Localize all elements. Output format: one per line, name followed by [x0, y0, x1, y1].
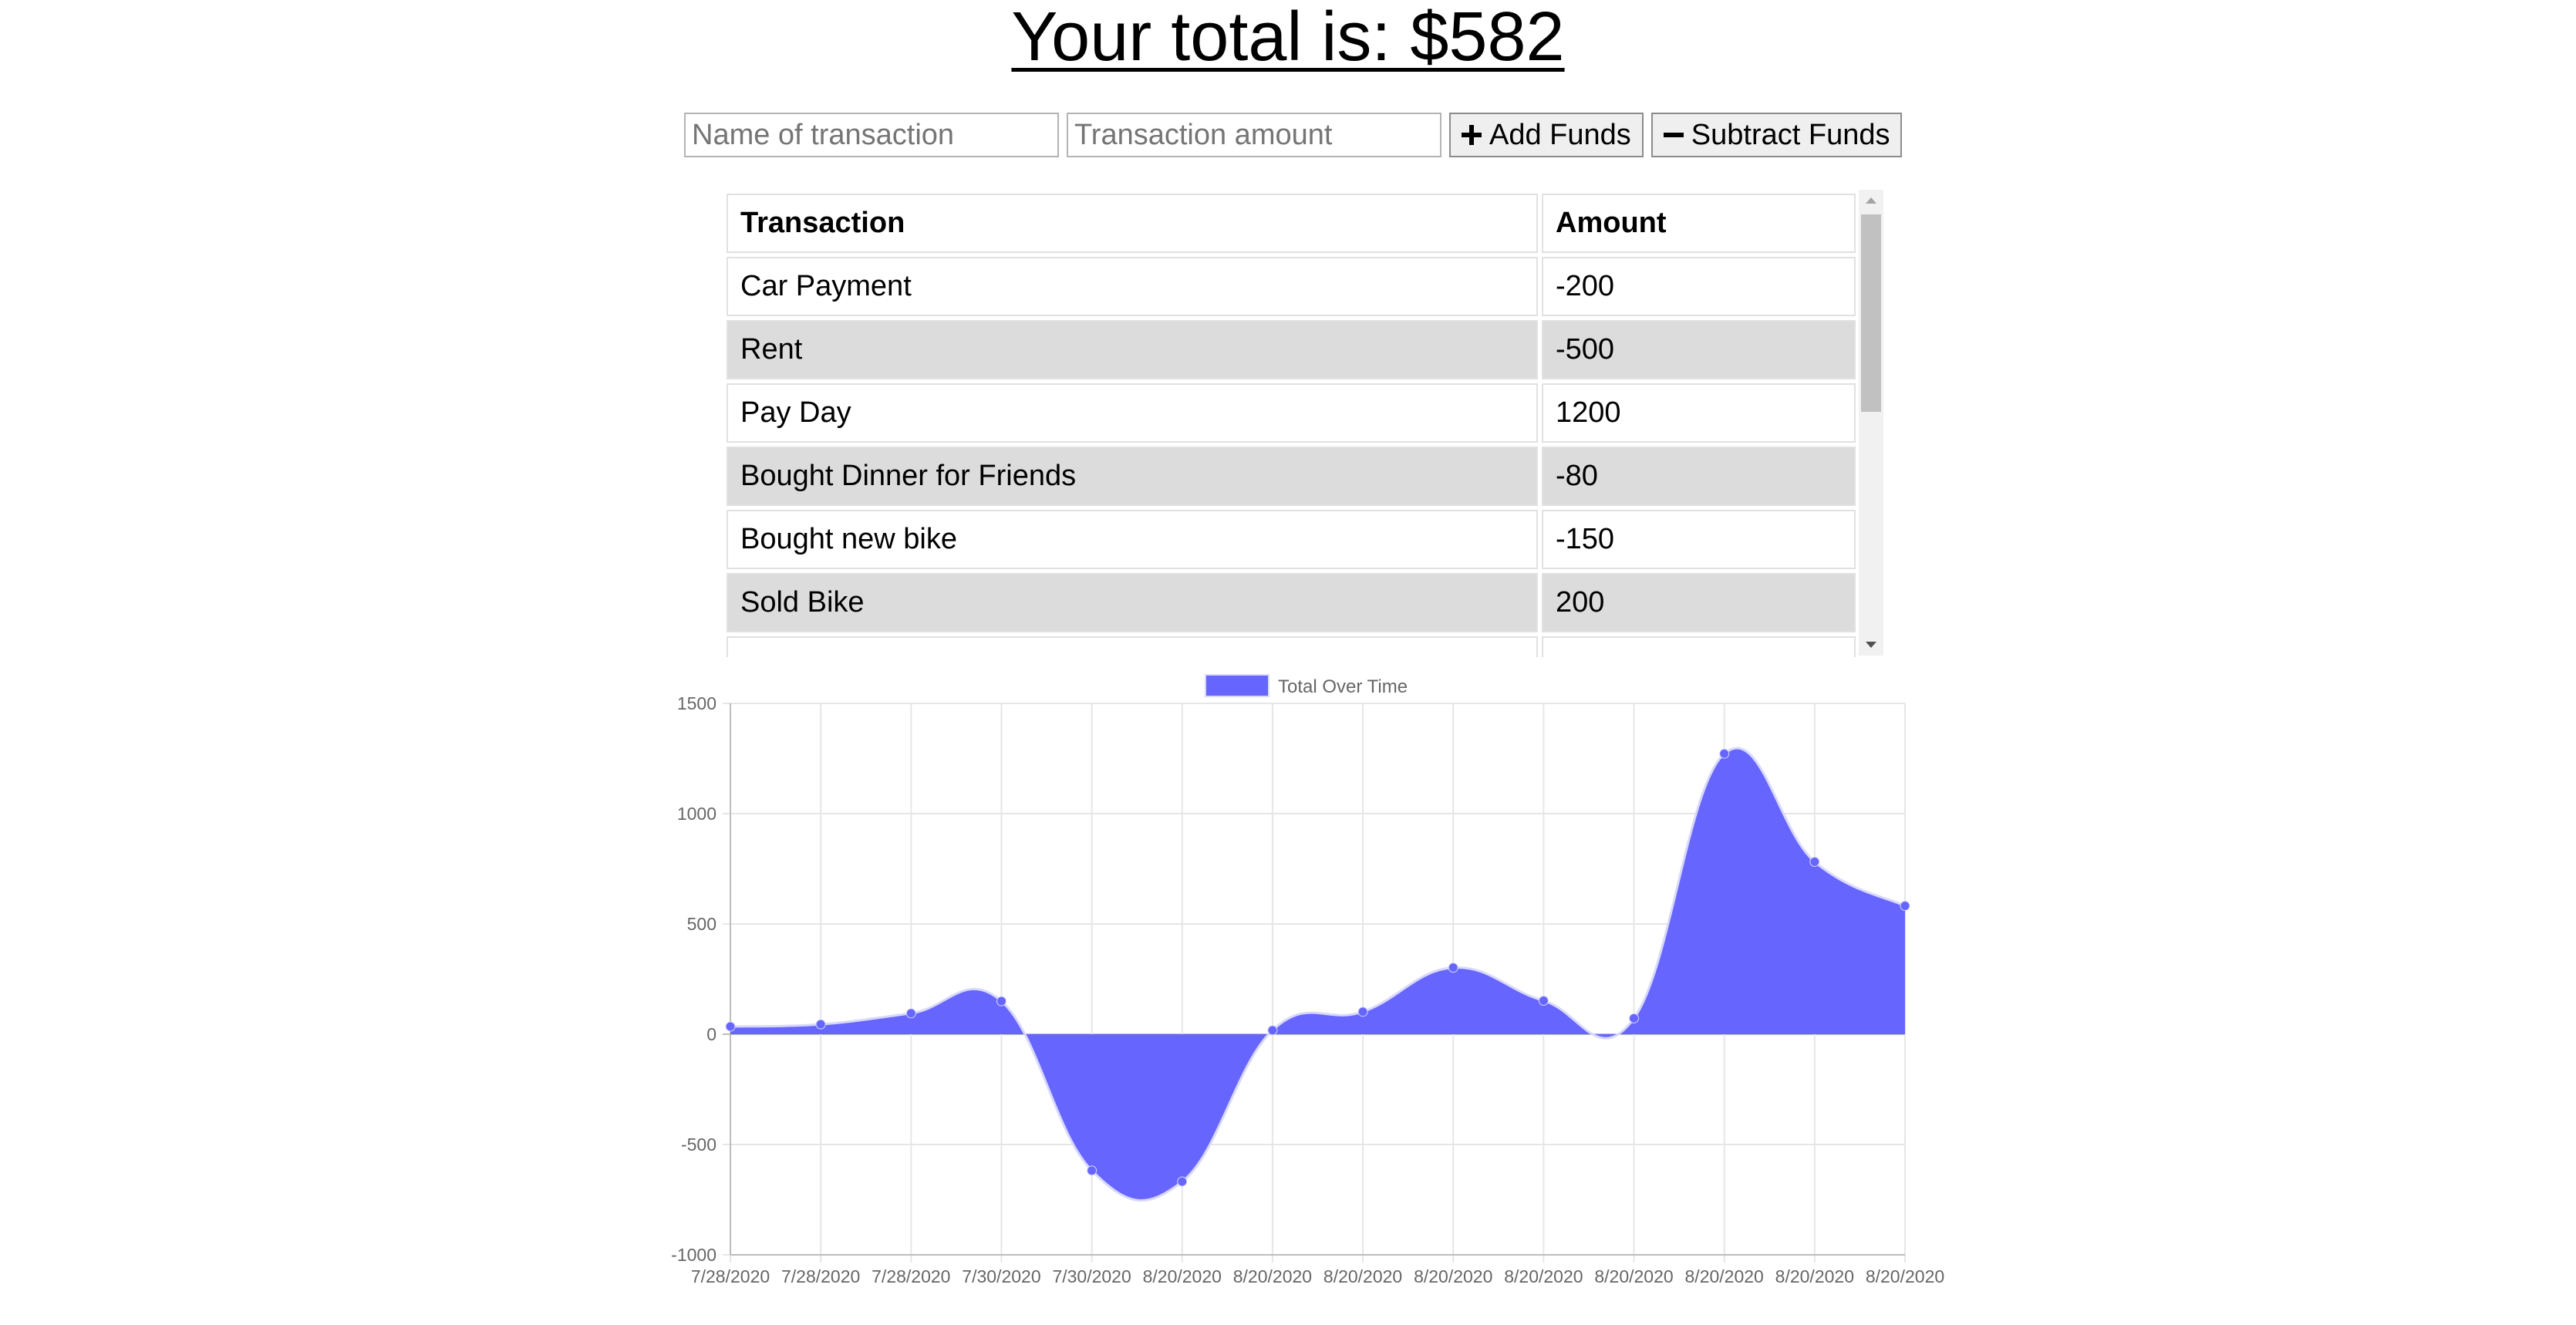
column-header-amount: Amount	[1542, 194, 1856, 253]
scroll-down-arrow-icon[interactable]	[1866, 642, 1876, 648]
y-tick-label: -1000	[671, 1245, 716, 1265]
transaction-name-cell: Rent	[727, 320, 1538, 379]
data-point	[1809, 856, 1820, 867]
y-tick-label: -500	[681, 1135, 716, 1155]
transaction-amount-cell: -80	[1542, 447, 1856, 506]
table-row: Bought Dinner for Friends -80	[727, 447, 1856, 506]
transaction-amount-cell: -200	[1542, 257, 1856, 316]
table-header-row: Transaction Amount	[727, 194, 1856, 253]
transaction-amount-cell: 1200	[1542, 383, 1856, 443]
transactions-table-container[interactable]: Transaction Amount Car Payment -200 Rent…	[723, 190, 1883, 657]
table-row: Bought new bike -150	[727, 510, 1856, 569]
y-tick-label: 0	[706, 1024, 716, 1044]
data-point	[725, 1021, 736, 1032]
plus-icon	[1462, 125, 1482, 145]
transaction-name-cell: Sold Bike	[727, 573, 1538, 632]
series-area	[730, 747, 1905, 1201]
transaction-name-cell	[727, 636, 1538, 657]
transaction-name-cell: Pay Day	[727, 383, 1538, 443]
subtract-funds-button[interactable]: Subtract Funds	[1650, 113, 1903, 157]
transactions-table: Transaction Amount Car Payment -200 Rent…	[723, 190, 1860, 657]
x-tick-label: 8/20/2020	[1866, 1266, 1944, 1286]
data-point	[996, 996, 1006, 1006]
total-heading: Your total is: $582	[1011, 0, 1565, 76]
x-tick-label: 7/30/2020	[962, 1266, 1040, 1286]
data-point	[1448, 963, 1458, 973]
table-row	[727, 636, 1856, 657]
data-point	[1719, 748, 1730, 759]
total-over-time-chart: 150010005000-500-10007/28/2020 7/28/2020 7…	[671, 674, 1944, 1286]
x-tick-label: 8/20/2020	[1414, 1266, 1492, 1286]
transaction-amount-cell: -150	[1542, 510, 1856, 569]
column-header-transaction: Transaction	[727, 194, 1538, 253]
data-point	[1629, 1013, 1640, 1023]
scroll-thumb[interactable]	[1861, 214, 1881, 412]
table-row: Sold Bike 200	[727, 573, 1856, 632]
table-row: Pay Day 1200	[727, 383, 1856, 443]
data-point	[1087, 1165, 1097, 1176]
x-tick-label: 7/28/2020	[691, 1266, 770, 1286]
x-tick-label: 7/30/2020	[1052, 1266, 1131, 1286]
legend-swatch	[1205, 674, 1269, 697]
scroll-up-arrow-icon[interactable]	[1866, 197, 1876, 204]
x-tick-label: 8/20/2020	[1685, 1266, 1764, 1286]
transaction-name-cell: Bought Dinner for Friends	[727, 447, 1538, 506]
transaction-amount-cell	[1542, 636, 1856, 657]
x-tick-label: 7/28/2020	[872, 1266, 950, 1286]
x-tick-label: 8/20/2020	[1233, 1266, 1312, 1286]
minus-icon	[1663, 125, 1684, 145]
x-tick-label: 8/20/2020	[1143, 1266, 1222, 1286]
table-scrollbar[interactable]	[1859, 190, 1883, 656]
y-tick-label: 500	[687, 914, 716, 934]
data-point	[1177, 1176, 1188, 1187]
table-row: Car Payment -200	[727, 257, 1856, 316]
x-tick-label: 8/20/2020	[1504, 1266, 1583, 1286]
data-point	[1357, 1006, 1368, 1017]
x-tick-label: 8/20/2020	[1775, 1266, 1854, 1286]
transaction-name-cell: Bought new bike	[727, 510, 1538, 569]
data-point	[815, 1019, 826, 1030]
legend-label: Total Over Time	[1278, 676, 1408, 697]
data-point	[905, 1008, 916, 1019]
transaction-name-cell: Car Payment	[727, 257, 1538, 316]
y-tick-label: 1000	[677, 804, 716, 824]
subtract-funds-label: Subtract Funds	[1691, 118, 1890, 151]
transaction-name-input[interactable]	[684, 113, 1059, 157]
y-tick-label: 1500	[677, 693, 716, 713]
transaction-amount-cell: 200	[1542, 573, 1856, 632]
data-point	[1900, 901, 1910, 912]
add-funds-label: Add Funds	[1489, 118, 1631, 151]
x-tick-label: 8/20/2020	[1594, 1266, 1673, 1286]
transaction-amount-input[interactable]	[1067, 113, 1441, 157]
data-point	[1538, 996, 1549, 1006]
table-row: Rent -500	[727, 320, 1856, 379]
add-funds-button[interactable]: Add Funds	[1449, 113, 1644, 157]
x-tick-label: 8/20/2020	[1323, 1266, 1402, 1286]
transaction-form: Add Funds Subtract Funds	[684, 113, 1910, 157]
x-tick-label: 7/28/2020	[781, 1266, 860, 1286]
transaction-amount-cell: -500	[1542, 320, 1856, 379]
data-point	[1267, 1025, 1278, 1036]
